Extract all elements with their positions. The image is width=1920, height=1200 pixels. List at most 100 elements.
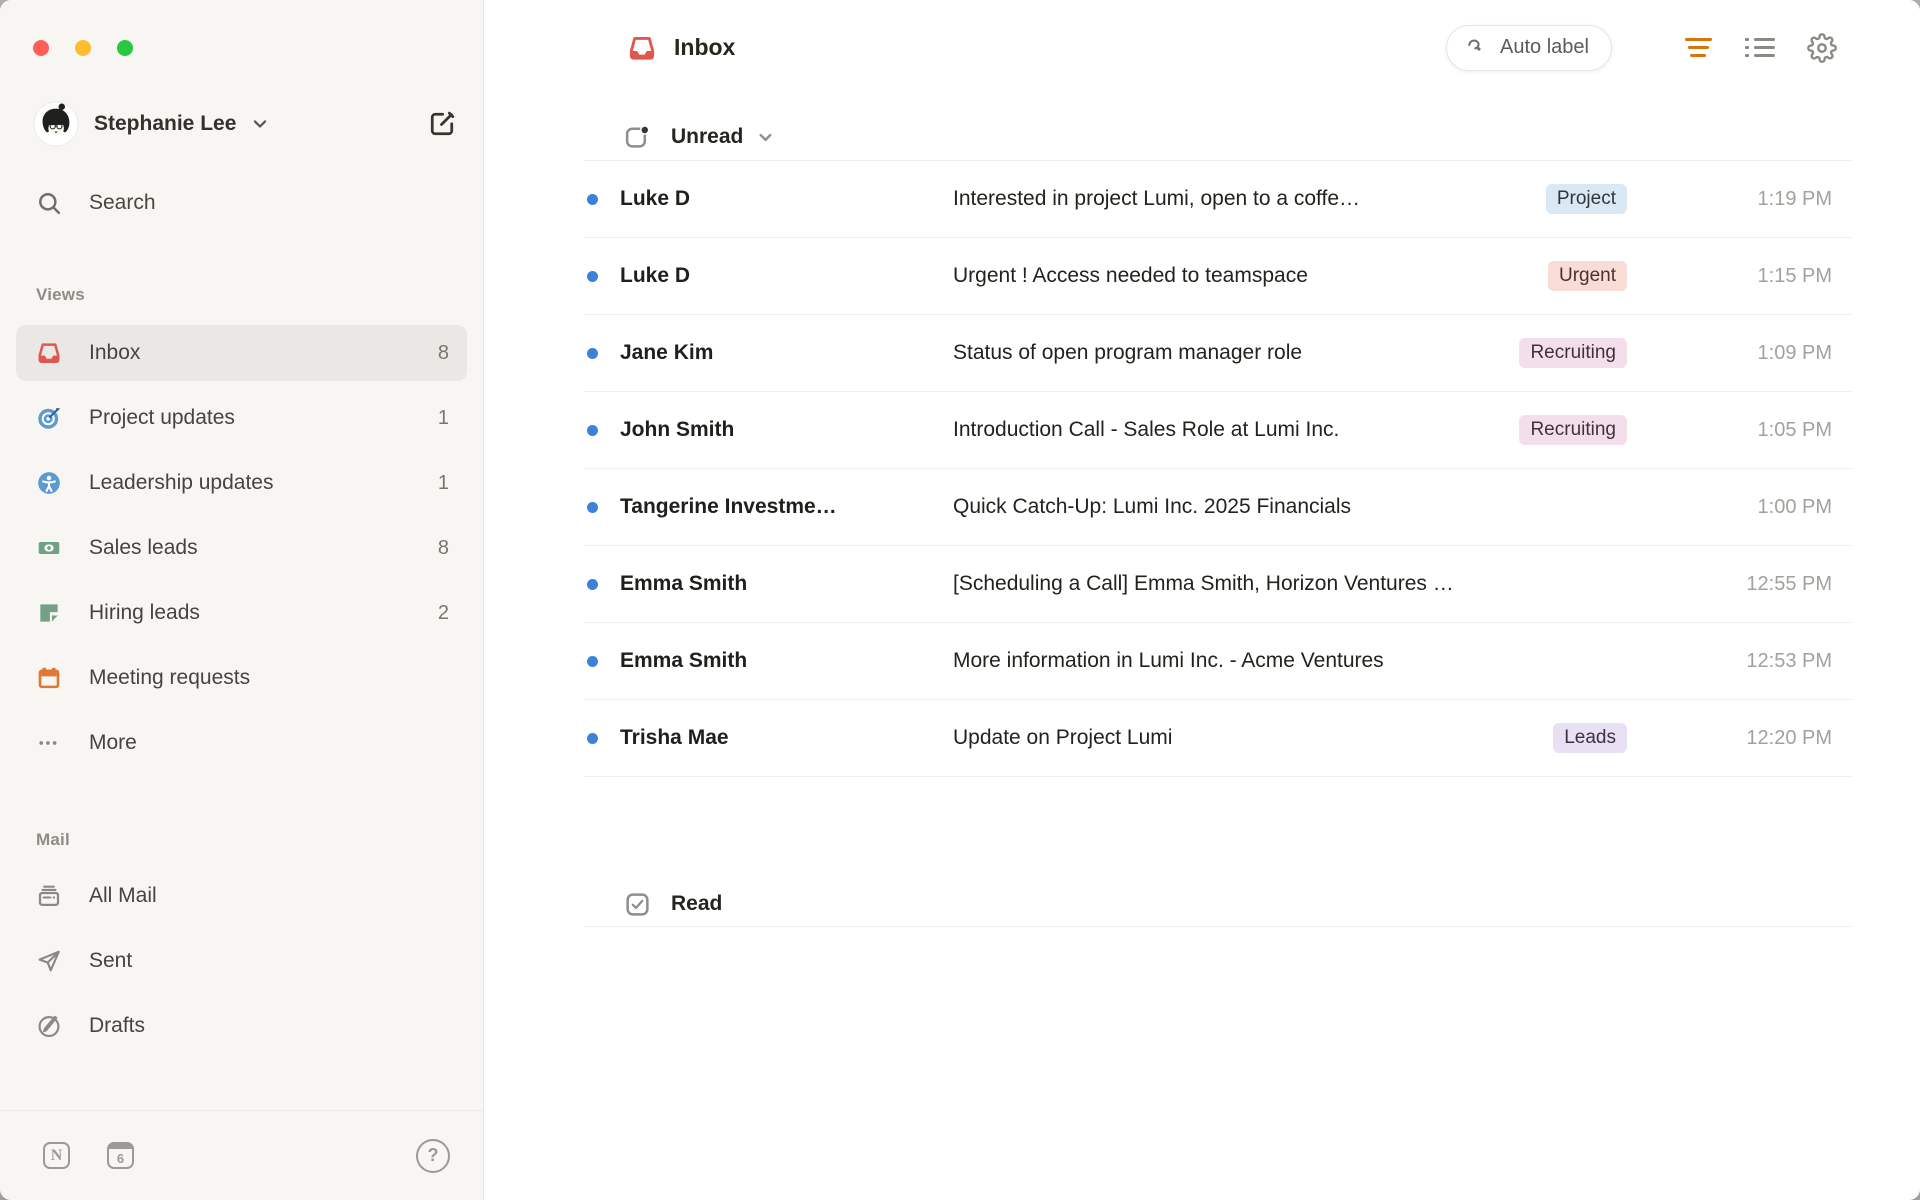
sidebar-item-label: Inbox [89, 341, 141, 364]
app-window: Stephanie Lee Search Views Inbox 8 Proje… [0, 0, 1920, 1200]
zoom-window-button[interactable] [117, 40, 133, 56]
email-list: Unread Luke D Interested in project Lumi… [484, 69, 1920, 1200]
email-row[interactable]: John Smith Introduction Call - Sales Rol… [584, 392, 1852, 469]
divider [584, 926, 1852, 927]
sidebar-item-label: Sales leads [89, 536, 198, 559]
sidebar-item-label: All Mail [89, 884, 157, 907]
email-subject: Interested in project Lumi, open to a co… [953, 187, 1361, 210]
sidebar-item-sent[interactable]: Sent [16, 933, 467, 989]
auto-label-label: Auto label [1500, 36, 1589, 58]
views-section-label: Views [36, 285, 85, 304]
mail-section-label: Mail [36, 830, 70, 849]
sidebar-item-label: Leadership updates [89, 471, 274, 494]
help-icon[interactable]: ? [416, 1138, 450, 1173]
calendar-app-icon[interactable]: 6 [107, 1142, 134, 1169]
sidebar-item-drafts[interactable]: Drafts [16, 998, 467, 1054]
search-button[interactable]: Search [0, 189, 483, 217]
read-checkbox-icon [626, 892, 649, 916]
sidebar-item-label: Drafts [89, 1014, 146, 1037]
list-view-button[interactable] [1742, 30, 1778, 66]
read-group-title: Read [671, 892, 723, 915]
auto-label-button[interactable]: Auto label [1446, 24, 1612, 71]
inbox-icon [629, 36, 655, 60]
label-pill[interactable]: Project [1545, 184, 1627, 214]
label-pill[interactable]: Urgent [1547, 261, 1627, 291]
account-switcher[interactable]: Stephanie Lee [0, 101, 483, 147]
minimize-window-button[interactable] [75, 40, 91, 56]
unread-count: 8 [437, 341, 449, 364]
search-icon [39, 192, 61, 214]
email-subject: Introduction Call - Sales Role at Lumi I… [953, 418, 1340, 441]
paper-plane-icon [38, 950, 60, 972]
dot-cell [584, 655, 620, 667]
email-row[interactable]: Trisha Mae Update on Project Lumi Leads … [584, 700, 1852, 777]
email-sender: Jane Kim [620, 341, 714, 364]
sidebar-item-label: Project updates [89, 406, 235, 429]
dot-cell [584, 578, 620, 590]
unread-dot [587, 424, 598, 436]
label-pill[interactable]: Recruiting [1519, 338, 1627, 368]
sidebar-item-all-mail[interactable]: All Mail [16, 868, 467, 924]
sidebar: Stephanie Lee Search Views Inbox 8 Proje… [0, 0, 484, 1200]
email-row[interactable]: Emma Smith [Scheduling a Call] Emma Smit… [584, 546, 1852, 623]
compose-icon[interactable] [427, 109, 457, 139]
unread-count: 2 [437, 601, 449, 624]
calendar-icon [38, 667, 60, 689]
settings-button[interactable] [1804, 30, 1840, 66]
notion-app-icon[interactable]: N [43, 1142, 70, 1169]
email-time: 12:53 PM [1746, 649, 1832, 672]
unread-dot [587, 501, 598, 513]
email-sender: Luke D [620, 264, 691, 287]
unread-group-title: Unread [671, 125, 744, 148]
close-window-button[interactable] [33, 40, 49, 56]
sidebar-item-sales-leads[interactable]: Sales leads 8 [16, 520, 467, 576]
label-pill[interactable]: Leads [1553, 723, 1627, 753]
window-controls [0, 0, 483, 56]
email-sender: Emma Smith [620, 572, 748, 595]
header-actions: Auto label [1446, 24, 1840, 71]
email-time: 1:05 PM [1757, 418, 1832, 441]
email-sender: Trisha Mae [620, 726, 729, 749]
unread-group-header[interactable]: Unread [584, 122, 1852, 152]
email-row[interactable]: Luke D Urgent ! Access needed to teamspa… [584, 238, 1852, 315]
avatar [33, 101, 79, 147]
sidebar-item-more[interactable]: More [16, 715, 467, 771]
email-row[interactable]: Luke D Interested in project Lumi, open … [584, 161, 1852, 238]
email-row[interactable]: Jane Kim Status of open program manager … [584, 315, 1852, 392]
label-pill[interactable]: Recruiting [1519, 415, 1627, 445]
dot-cell [584, 732, 620, 744]
banknote-icon [38, 542, 60, 554]
unread-dot [587, 732, 598, 744]
sidebar-item-project-updates[interactable]: Project updates 1 [16, 390, 467, 446]
email-row[interactable]: Emma Smith More information in Lumi Inc.… [584, 623, 1852, 700]
email-time: 12:20 PM [1746, 726, 1832, 749]
unread-dot [587, 193, 598, 205]
dot-cell [584, 193, 620, 205]
email-time: 1:09 PM [1757, 341, 1832, 364]
unread-dot [587, 655, 598, 667]
email-subject: Urgent ! Access needed to teamspace [953, 264, 1308, 287]
main-header: Inbox Auto label [484, 0, 1920, 71]
sidebar-item-leadership-updates[interactable]: Leadership updates 1 [16, 455, 467, 511]
page-title: Inbox [674, 34, 736, 60]
auto-label-icon [1468, 39, 1481, 51]
sticky-note-icon [40, 604, 58, 622]
sidebar-item-inbox[interactable]: Inbox 8 [16, 325, 467, 381]
read-group-header[interactable]: Read [584, 889, 1852, 919]
email-subject: [Scheduling a Call] Emma Smith, Horizon … [953, 572, 1454, 595]
unread-count: 1 [437, 406, 449, 429]
mail-nav: All Mail Sent Drafts [0, 868, 483, 1063]
email-sender: Tangerine Investme… [620, 495, 837, 518]
sidebar-item-label: More [89, 731, 137, 754]
sidebar-item-hiring-leads[interactable]: Hiring leads 2 [16, 585, 467, 641]
email-sender: Emma Smith [620, 649, 748, 672]
filter-button[interactable] [1680, 30, 1716, 66]
email-row[interactable]: Tangerine Investme… Quick Catch-Up: Lumi… [584, 469, 1852, 546]
filter-icon [1684, 37, 1712, 58]
email-sender: John Smith [620, 418, 735, 441]
unread-dot [587, 347, 598, 359]
sidebar-item-meeting-requests[interactable]: Meeting requests [16, 650, 467, 706]
dot-cell [584, 270, 620, 282]
person-icon [38, 472, 60, 494]
unread-dot [587, 578, 598, 590]
